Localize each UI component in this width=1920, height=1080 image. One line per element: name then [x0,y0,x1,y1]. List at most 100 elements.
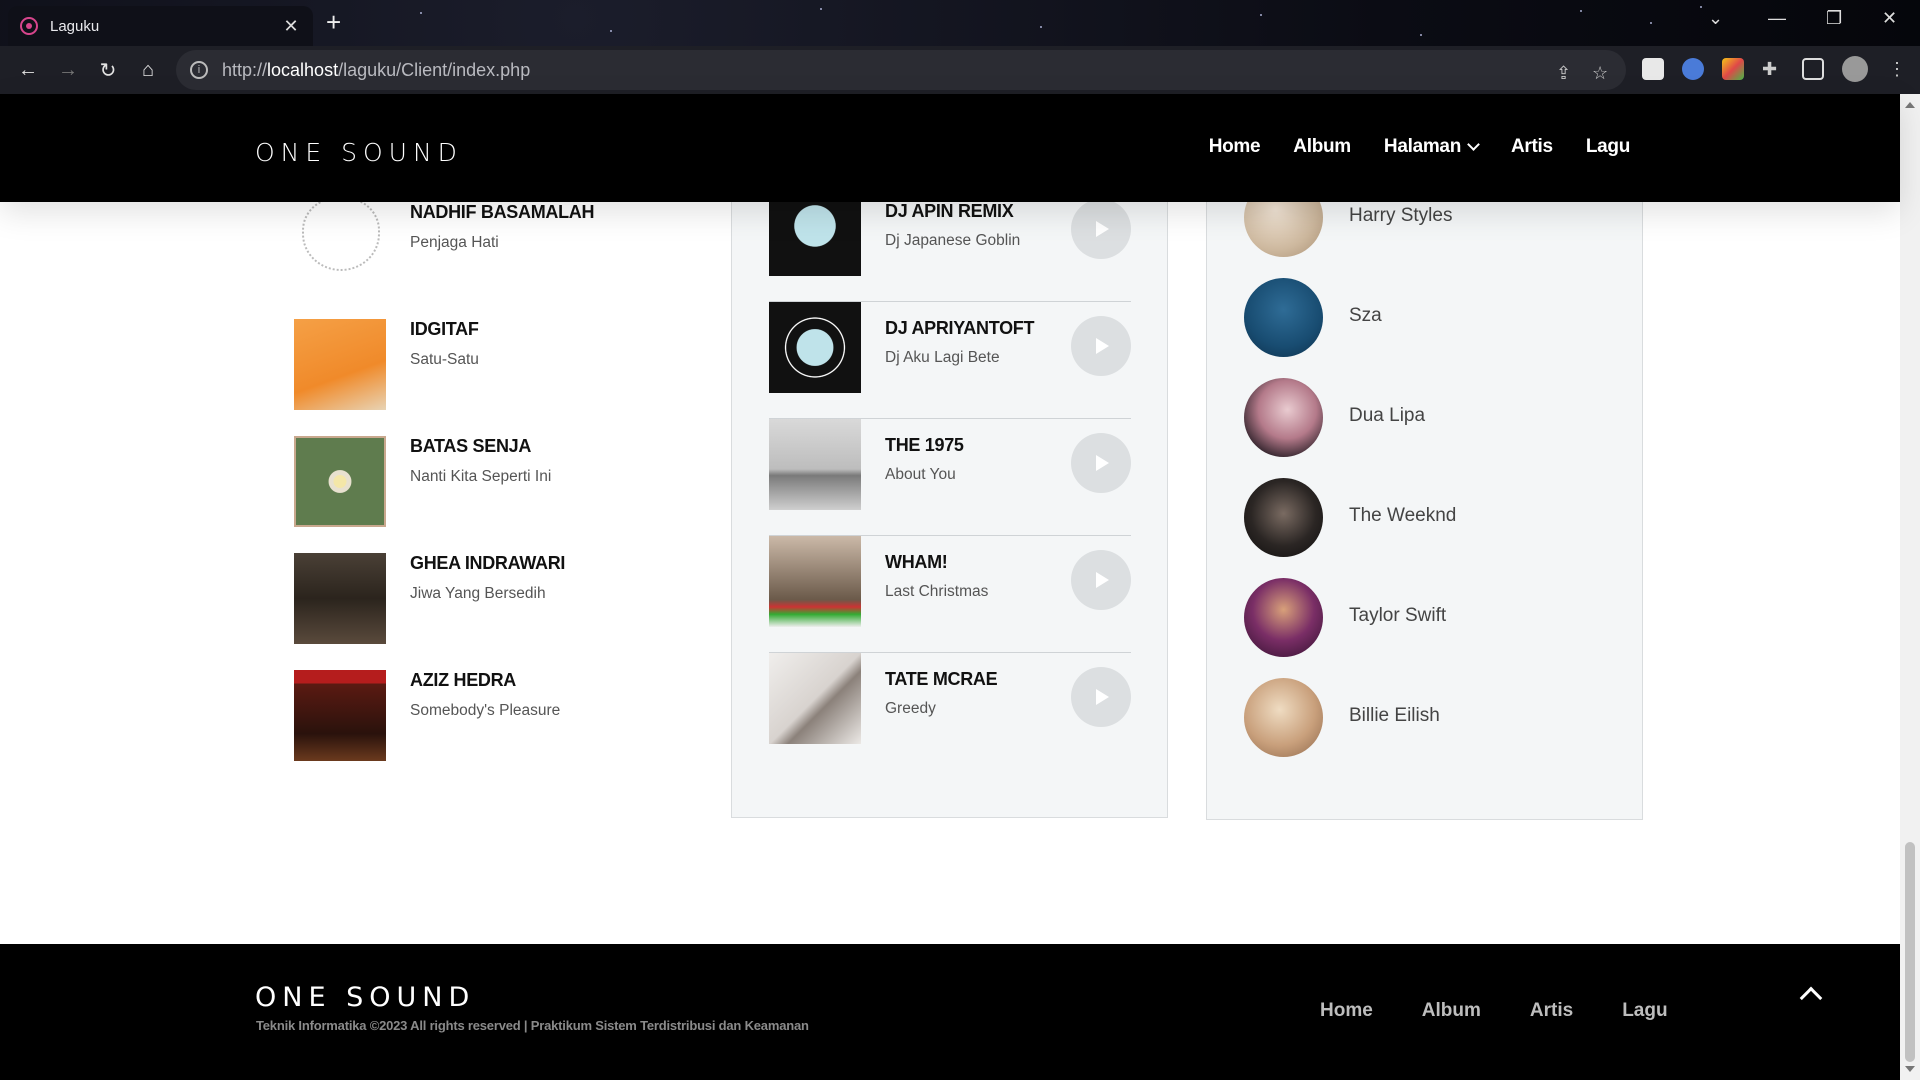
browser-tab-strip: Laguku ✕ + ⌄ — ❐ ✕ [0,0,1920,46]
extensions-puzzle-icon[interactable]: ✚ [1762,59,1777,80]
new-tab-icon[interactable]: + [326,8,341,36]
site-info-icon[interactable]: i [190,61,208,79]
nav-home[interactable]: Home [1209,136,1261,158]
browser-tab-title: Laguku [50,17,100,35]
forward-icon[interactable]: → [48,59,88,82]
chevron-down-icon [1467,138,1480,151]
main-nav: Home Album Halaman Artis Lagu [1209,136,1631,158]
footer-copyright: Teknik Informatika ©2023 All rights rese… [256,1018,809,1033]
brand-logo[interactable]: ONE SOUND [255,138,463,167]
close-tab-icon[interactable]: ✕ [281,16,301,37]
scroll-down-icon[interactable] [1905,1066,1915,1072]
song-title[interactable]: IDGITAF [410,319,479,340]
song-title[interactable]: AZIZ HEDRA [410,670,516,691]
browser-tab-laguku[interactable]: Laguku ✕ [8,6,313,46]
footer-brand[interactable]: ONE SOUND [255,982,475,1013]
song-subtitle: Greedy [885,700,936,717]
footer-nav-lagu[interactable]: Lagu [1622,1000,1667,1022]
main-content: NADHIF BASAMALAH Penjaga Hati IDGITAF Sa… [0,178,1900,944]
back-icon[interactable]: ← [8,59,48,82]
song-subtitle: Nanti Kita Seperti Ini [410,468,552,485]
song-title[interactable]: DJ APIN REMIX [885,201,1014,222]
list-item[interactable]: BATAS SENJA Nanti Kita Seperti Ini [294,436,714,553]
list-item[interactable]: GHEA INDRAWARI Jiwa Yang Bersedih [294,553,714,670]
minimize-icon[interactable]: — [1768,8,1786,29]
side-panel-icon[interactable] [1802,58,1824,80]
browser-toolbar: ← → ↻ ⌂ i http://localhost/laguku/Client… [0,46,1920,94]
footer-nav-home[interactable]: Home [1320,1000,1373,1022]
song-subtitle: Jiwa Yang Bersedih [410,585,546,602]
url-host: localhost [267,59,339,80]
close-window-icon[interactable]: ✕ [1882,8,1897,29]
list-item[interactable]: DJ APRIYANTOFT Dj Aku Lagi Bete [769,302,1131,419]
song-title[interactable]: TATE MCRAE [885,669,998,690]
list-item[interactable]: TATE MCRAE Greedy [769,653,1131,770]
scrollbar-thumb[interactable] [1905,842,1915,1062]
restore-icon[interactable]: ❐ [1826,8,1842,29]
artist-name[interactable]: Taylor Swift [1349,605,1446,627]
song-title[interactable]: WHAM! [885,552,948,573]
tab-search-icon[interactable]: ⌄ [1708,8,1723,29]
list-item[interactable]: DJ APIN REMIX Dj Japanese Goblin [769,185,1131,302]
home-icon[interactable]: ⌂ [128,59,168,82]
play-button[interactable] [1071,550,1131,610]
song-title[interactable]: NADHIF BASAMALAH [410,202,594,223]
album-cover-satu-satu [294,319,386,410]
scroll-up-icon[interactable] [1905,102,1915,108]
song-subtitle: Dj Aku Lagi Bete [885,349,1000,366]
album-cover-batas-senja [294,436,386,527]
site-footer: ONE SOUND Teknik Informatika ©2023 All r… [0,944,1900,1080]
nav-halaman[interactable]: Halaman [1384,136,1480,158]
footer-nav-album[interactable]: Album [1422,1000,1481,1022]
extension-doc-icon[interactable] [1642,58,1664,80]
back-to-top-icon[interactable] [1799,986,1823,1010]
footer-nav-artis[interactable]: Artis [1530,1000,1573,1022]
share-icon[interactable]: ⇪ [1556,63,1571,84]
artists-panel: Harry Styles Sza Dua Lipa The Weeknd Tay… [1206,178,1643,820]
recommended-list: NADHIF BASAMALAH Penjaga Hati IDGITAF Sa… [294,197,714,787]
extension-globe-icon[interactable] [1682,58,1704,80]
artist-name[interactable]: Sza [1349,305,1382,327]
song-subtitle: Somebody's Pleasure [410,702,561,719]
play-button[interactable] [1071,316,1131,376]
list-item[interactable]: IDGITAF Satu-Satu [294,319,714,436]
avatar [1244,678,1323,757]
artist-item[interactable]: The Weeknd [1244,478,1604,578]
page-scrollbar[interactable] [1900,94,1920,1080]
artist-name[interactable]: Harry Styles [1349,205,1452,227]
list-item[interactable]: NADHIF BASAMALAH Penjaga Hati [294,197,714,319]
artist-item[interactable]: Sza [1244,278,1604,378]
play-button[interactable] [1071,433,1131,493]
list-item[interactable]: AZIZ HEDRA Somebody's Pleasure [294,670,714,787]
reload-icon[interactable]: ↻ [88,58,128,83]
bookmark-star-icon[interactable]: ☆ [1592,63,1608,84]
nav-lagu[interactable]: Lagu [1586,136,1630,158]
song-title[interactable]: BATAS SENJA [410,436,531,457]
song-title[interactable]: DJ APRIYANTOFT [885,318,1034,339]
artist-item[interactable]: Taylor Swift [1244,578,1604,678]
nav-album[interactable]: Album [1293,136,1351,158]
artist-name[interactable]: Dua Lipa [1349,405,1425,427]
site-header: ONE SOUND Home Album Halaman Artis Lagu [0,94,1900,202]
menu-kebab-icon[interactable]: ⋮ [1888,59,1906,80]
extension-color-icon[interactable] [1722,58,1744,80]
artist-item[interactable]: Dua Lipa [1244,378,1604,478]
artist-name[interactable]: Billie Eilish [1349,705,1440,727]
favicon-icon [20,17,38,35]
play-button[interactable] [1071,199,1131,259]
song-subtitle: Satu-Satu [410,351,479,368]
artist-name[interactable]: The Weeknd [1349,505,1456,527]
avatar [1244,578,1323,657]
song-title[interactable]: GHEA INDRAWARI [410,553,565,574]
nav-artis[interactable]: Artis [1511,136,1553,158]
profile-avatar[interactable] [1842,56,1868,82]
address-bar[interactable]: i http://localhost/laguku/Client/index.p… [176,50,1626,90]
url-prefix: http:// [222,59,268,80]
song-subtitle: Last Christmas [885,583,989,600]
play-button[interactable] [1071,667,1131,727]
song-title[interactable]: THE 1975 [885,435,964,456]
list-item[interactable]: THE 1975 About You [769,419,1131,536]
artist-item[interactable]: Billie Eilish [1244,678,1604,778]
list-item[interactable]: WHAM! Last Christmas [769,536,1131,653]
album-cover-jiwa-yang-bersedih [294,553,386,644]
